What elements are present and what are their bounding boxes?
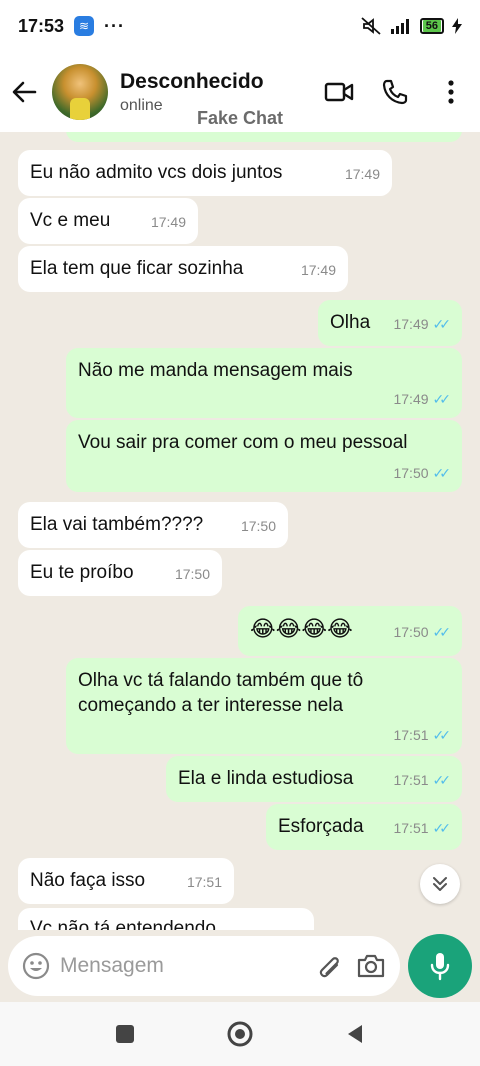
message-bubble-partial — [66, 132, 462, 142]
message-time: 17:49 — [300, 262, 336, 278]
read-receipt-icon: ✓✓ — [432, 772, 452, 788]
watermark-label: Fake Chat — [196, 108, 284, 128]
message-time: 17:49 — [150, 214, 186, 230]
charging-icon — [452, 18, 462, 34]
message-bubble-outgoing[interactable]: Esforçada 17:51 ✓✓ — [266, 804, 462, 850]
message-bubble-outgoing[interactable]: Não me manda mensagem mais 17:49 ✓✓ — [66, 348, 462, 418]
message-bubble-incoming[interactable]: Ela tem que ficar sozinha 17:49 — [18, 246, 348, 292]
message-bubble-incoming[interactable]: Vc e meu 17:49 — [18, 198, 198, 244]
message-time: 17:51 — [393, 727, 429, 743]
message-text: Vc não tá entendendo — [30, 918, 216, 930]
status-time: 17:53 — [18, 15, 65, 36]
message-input[interactable]: Mensagem — [8, 936, 400, 996]
message-text: Eu não admito vcs dois juntos — [30, 162, 283, 183]
battery-level: 56 — [422, 20, 441, 32]
read-receipt-icon: ✓✓ — [432, 624, 452, 640]
voice-record-button[interactable] — [408, 934, 472, 998]
message-text: Olha — [330, 312, 371, 333]
message-text: Vc e meu — [30, 210, 111, 231]
phone-icon — [382, 79, 408, 105]
battery-icon: 56 — [419, 18, 444, 34]
message-time: 17:50 — [240, 518, 276, 534]
message-text: Eu te proíbo — [30, 562, 134, 583]
message-time: 17:49 — [393, 391, 429, 407]
read-receipt-icon: ✓✓ — [432, 727, 452, 743]
message-time: 17:51 — [393, 772, 429, 788]
read-receipt-icon: ✓✓ — [432, 465, 452, 481]
message-bubble-outgoing[interactable]: Olha 17:49 ✓✓ — [318, 300, 462, 346]
message-text: Vou sair pra comer com o meu pessoal — [78, 432, 408, 453]
chat-area[interactable]: Eu não admito vcs dois juntos 17:49 Vc e… — [0, 132, 480, 930]
back-arrow-icon — [12, 81, 37, 103]
more-options-icon — [448, 80, 454, 104]
scroll-down-icon — [433, 877, 447, 891]
message-text: Olha vc tá falando também que tô começan… — [78, 670, 364, 716]
message-bubble-outgoing[interactable]: Ela e linda estudiosa 17:51 ✓✓ — [166, 756, 462, 802]
message-time: 17:51 — [186, 874, 222, 890]
mute-icon — [361, 17, 381, 35]
video-call-icon — [324, 82, 354, 102]
contact-name: Desconhecido — [120, 69, 264, 93]
video-call-button[interactable] — [324, 77, 354, 107]
message-text: Não me manda mensagem mais — [78, 360, 353, 381]
message-bubble-incoming[interactable]: Eu não admito vcs dois juntos 17:49 — [18, 150, 392, 196]
message-text: Esforçada — [278, 816, 364, 837]
status-bar: 17:53 ≋ ··· 56 — [0, 0, 480, 52]
message-time: 17:49 — [344, 166, 380, 182]
message-bubble-incoming[interactable]: Ela vai também???? 17:50 — [18, 502, 288, 548]
message-time: 17:51 — [393, 820, 429, 836]
message-time: 17:50 — [393, 624, 429, 640]
message-bubble-incoming[interactable]: Não faça isso 17:51 — [18, 858, 234, 904]
message-bubble-outgoing[interactable]: 😂😂😂😂 17:50 ✓✓ — [238, 606, 462, 656]
back-button[interactable] — [8, 72, 40, 112]
message-bubble-incoming[interactable]: Vc não tá entendendo — [18, 908, 314, 930]
nav-back-icon[interactable] — [344, 1023, 366, 1045]
message-text: Ela e linda estudiosa — [178, 768, 354, 789]
system-nav-bar — [0, 1002, 480, 1066]
message-time: 17:50 — [393, 465, 429, 481]
emoji-icon[interactable] — [22, 952, 50, 980]
message-bubble-outgoing[interactable]: Vou sair pra comer com o meu pessoal 17:… — [66, 420, 462, 492]
read-receipt-icon: ✓✓ — [432, 820, 452, 836]
mic-icon — [430, 953, 450, 981]
attach-button[interactable] — [314, 952, 342, 980]
message-bubble-outgoing[interactable]: Olha vc tá falando também que tô começan… — [66, 658, 462, 754]
camera-icon — [357, 954, 385, 978]
signal-icon — [390, 19, 409, 34]
message-text: Não faça isso — [30, 870, 146, 891]
read-receipt-icon: ✓✓ — [432, 391, 452, 407]
attach-icon — [319, 957, 339, 978]
status-more-notifications: ··· — [104, 15, 126, 36]
more-options-button[interactable] — [436, 77, 466, 107]
notification-app-icon: ≋ — [74, 16, 95, 36]
input-bar: Mensagem — [0, 930, 480, 1002]
camera-button[interactable] — [356, 953, 386, 979]
message-time: 17:49 — [393, 316, 429, 332]
message-text: Ela vai também???? — [30, 514, 204, 535]
message-text: Ela tem que ficar sozinha — [30, 258, 244, 279]
nav-home-icon[interactable] — [226, 1020, 254, 1048]
nav-recents-icon[interactable] — [114, 1023, 136, 1045]
message-placeholder: Mensagem — [60, 954, 164, 977]
scroll-down-button[interactable] — [420, 864, 460, 904]
read-receipt-icon: ✓✓ — [432, 316, 452, 332]
message-time: 17:50 — [174, 566, 210, 582]
voice-call-button[interactable] — [380, 77, 410, 107]
message-text: 😂😂😂😂 — [250, 616, 353, 641]
message-bubble-incoming[interactable]: Eu te proíbo 17:50 — [18, 550, 222, 596]
